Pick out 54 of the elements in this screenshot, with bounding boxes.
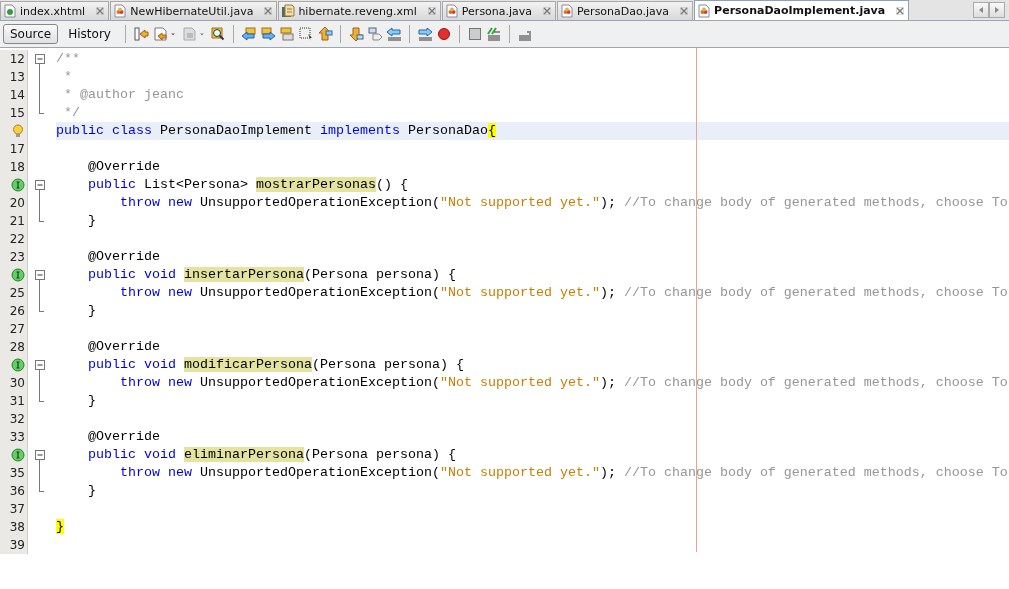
file-tab[interactable]: index.xhtml	[0, 1, 110, 20]
line-number: 35	[9, 466, 25, 480]
line-number: 17	[9, 142, 25, 156]
code-line: public void insertarPersona(Persona persona) {	[87, 267, 456, 283]
line-number: 14	[9, 88, 25, 102]
line-number: 23	[9, 250, 25, 264]
line-number: 38	[9, 520, 25, 534]
code-line: @Override	[87, 429, 160, 445]
tab-label: PersonaDaoImplement.java	[714, 4, 886, 17]
code-line: public void eliminarPersona(Persona persona) {	[87, 447, 456, 463]
code-line: }	[87, 303, 96, 319]
file-tab[interactable]: Persona.java	[441, 1, 557, 20]
line-number: 36	[9, 484, 25, 498]
file-tab[interactable]: PersonaDaoImplement.java	[694, 0, 910, 20]
code-line: }	[87, 483, 96, 499]
line-number: 26	[9, 304, 25, 318]
code-line: public List<Persona> mostrarPersonas() {	[87, 177, 408, 193]
code-line: public void modificarPersona(Persona persona) {	[87, 357, 464, 373]
code-line: *	[63, 69, 72, 85]
tab-label: NewHibernateUtil.java	[130, 4, 254, 18]
code-line: public class PersonaDaoImplement implements PersonaDao{	[56, 123, 496, 139]
code-line: }	[87, 213, 96, 229]
tab-label: index.xhtml	[20, 4, 86, 18]
code-line: @Override	[87, 339, 160, 355]
file-tab[interactable]: NewHibernateUtil.java	[110, 1, 278, 20]
line-number: 28	[9, 340, 25, 354]
code-line: @Override	[87, 159, 160, 175]
file-tab[interactable]: PersonaDao.java	[557, 1, 694, 20]
line-number: 31	[9, 394, 25, 408]
file-tab[interactable]: hibernate.reveng.xml	[278, 1, 441, 20]
code-line: */	[63, 105, 80, 121]
line-number: 21	[9, 214, 25, 228]
tab-label: hibernate.reveng.xml	[298, 4, 417, 18]
code-line: * @author jeanc	[63, 87, 184, 103]
code-line: }	[87, 393, 96, 409]
line-number: 37	[9, 502, 25, 516]
tab-label: Persona.java	[461, 4, 533, 18]
line-number: 22	[9, 232, 25, 246]
line-number: 15	[9, 106, 25, 120]
line-number: 13	[9, 70, 25, 84]
line-number: 33	[9, 430, 25, 444]
line-number: 39	[9, 538, 25, 552]
line-number: 27	[9, 322, 25, 336]
code-line: @Override	[87, 249, 160, 265]
code-line: /**	[56, 51, 80, 67]
line-number: 25	[9, 286, 25, 300]
view-toggle-button[interactable]: History	[61, 24, 118, 44]
line-number: 18	[9, 160, 25, 174]
view-toggle-button[interactable]: Source	[3, 24, 59, 44]
line-number: 32	[9, 412, 25, 426]
line-number: 30	[9, 376, 25, 390]
line-number: 12	[9, 52, 25, 66]
tab-label: PersonaDao.java	[577, 4, 670, 18]
line-number: 20	[9, 196, 25, 210]
